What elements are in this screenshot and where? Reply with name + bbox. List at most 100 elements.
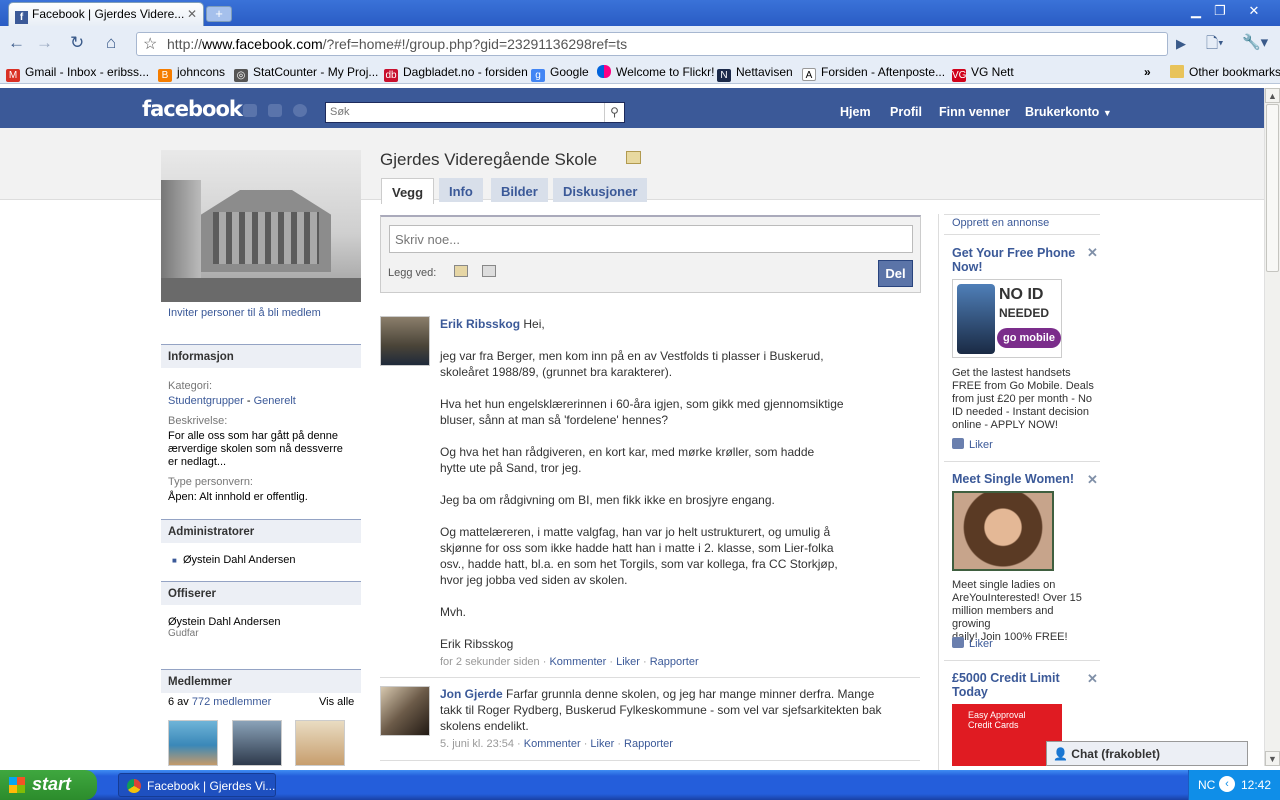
share-button[interactable]: Del [878,260,913,287]
attach-video-icon[interactable] [482,265,496,277]
ad-divider [944,234,1100,235]
more-bookmarks-chevron-icon[interactable]: » [1144,65,1151,79]
admin-link[interactable]: ■ Øystein Dahl Andersen [172,554,295,567]
facebook-logo[interactable]: facebook [142,97,243,121]
bookmark-dagbladet[interactable]: db Dagbladet.no - forsiden [384,65,528,82]
nav-account[interactable]: Brukerkonto ▼ [1025,105,1112,119]
like-link[interactable]: Liker [616,656,640,668]
members-heading: Medlemmer [161,669,361,693]
report-link[interactable]: Rapporter [650,656,699,668]
bookmark-gmail[interactable]: M Gmail - Inbox - eribss... [6,65,149,82]
comment-link[interactable]: Kommenter [524,738,581,750]
tab-info[interactable]: Info [439,178,483,202]
search-input[interactable]: Søk ⚲ [325,102,625,123]
minimize-icon[interactable]: ▁ [1184,2,1208,20]
status-input[interactable]: Skriv noe... [389,225,913,253]
tab-photos[interactable]: Bilder [491,178,548,202]
scroll-down-icon[interactable]: ▼ [1265,751,1280,766]
chat-bar[interactable]: 👤 Chat (frakoblet) [1046,741,1248,766]
other-bookmarks[interactable]: Other bookmarks [1170,65,1280,79]
attach-photo-icon[interactable] [454,265,468,277]
like-link[interactable]: Liker [590,738,614,750]
invite-link[interactable]: Inviter personer til å bli medlem [168,307,321,319]
post-meta: for 2 sekunder siden · Kommenter · Liker… [440,656,699,668]
bookmark-aftenposten[interactable]: A Forsiden - Aftenposte... [802,65,945,81]
show-hidden-icons-icon[interactable]: ‹ [1219,776,1235,792]
post-timestamp: for 2 sekunder siden [440,656,540,668]
ad-image[interactable]: NO ID NEEDED go mobile [952,279,1062,358]
member-avatar[interactable] [232,720,282,766]
page-menu-icon[interactable]: 🗋▾ [1206,33,1224,58]
close-ad-icon[interactable]: ✕ [1087,245,1098,261]
go-play-icon[interactable]: ▶ [1176,36,1186,52]
post-author-avatar[interactable] [380,686,430,736]
bookmark-google[interactable]: g Google [531,65,589,82]
close-ad-icon[interactable]: ✕ [1087,671,1098,687]
close-ad-icon[interactable]: ✕ [1087,472,1098,488]
home-icon[interactable]: ⌂ [106,33,116,53]
tab-title: Facebook | Gjerdes Videre... [32,7,185,21]
scroll-up-icon[interactable]: ▲ [1265,88,1280,103]
messages-icon[interactable] [268,104,282,117]
ad-divider [944,214,1100,215]
ad-text: Get the lastest handsets FREE from Go Mob… [952,367,1094,431]
privacy-label: Type personvern: [168,476,253,488]
bookmark-statcounter[interactable]: ◎ StatCounter - My Proj... [234,65,378,82]
tab-wall[interactable]: Vegg [381,178,435,204]
nav-home[interactable]: Hjem [840,105,871,119]
language-indicator[interactable]: NC [1198,778,1215,792]
chevron-down-icon: ▼ [1102,108,1112,118]
ad-title[interactable]: Meet Single Women! [952,472,1074,486]
group-photo[interactable] [161,150,361,302]
post-meta: 5. juni kl. 23:54 · Kommenter · Liker · … [440,738,673,750]
tab-discussions[interactable]: Diskusjoner [553,178,648,202]
comment-link[interactable]: Kommenter [549,656,606,668]
bookmark-johncons[interactable]: Bjohncons [158,65,225,82]
report-link[interactable]: Rapporter [624,738,673,750]
group-icon [626,151,641,164]
taskbar-chrome-window[interactable]: Facebook | Gjerdes Vi... [118,773,276,797]
facebook-favicon-icon: f [15,11,28,24]
ad-title[interactable]: £5000 Credit Limit Today [952,671,1060,699]
ad-like-link[interactable]: Liker [952,637,993,650]
member-avatar[interactable] [295,720,345,766]
create-ad-link[interactable]: Opprett en annonse [952,217,1049,229]
post-body: Erik Ribsskog Hei, jeg var fra Berger, m… [440,317,844,651]
close-window-icon[interactable]: ✕ [1242,2,1266,20]
ad-divider [944,461,1100,462]
restore-icon[interactable]: ❐ [1208,2,1232,20]
wrench-menu-icon[interactable]: 🔧▾ [1242,33,1268,51]
bookmark-vg[interactable]: VG VG Nett [952,65,1014,82]
post-body: Jon Gjerde Farfar grunnla denne skolen, … [440,687,882,733]
start-button[interactable]: start [0,770,97,800]
ad-image[interactable] [952,491,1054,571]
ad-like-link[interactable]: Liker [952,438,993,451]
description-text: For alle oss som har gått på denne ærverd… [168,430,343,468]
ad-title[interactable]: Get Your Free Phone Now! [952,246,1075,274]
nav-profile[interactable]: Profil [890,105,922,119]
friend-requests-icon[interactable] [243,104,257,117]
bookmark-flickr[interactable]: Welcome to Flickr! [597,65,714,79]
see-all-members-link[interactable]: Vis alle [319,696,354,709]
post-author[interactable]: Jon Gjerde [440,687,503,701]
post-author-avatar[interactable] [380,316,430,366]
bookmark-star-icon[interactable]: ☆ [143,34,157,54]
nav-find-friends[interactable]: Finn venner [939,105,1010,119]
address-bar[interactable]: ☆ http://www.facebook.com/?ref=home#!/gro… [136,32,1168,56]
post-divider [380,677,920,678]
close-tab-icon[interactable]: ✕ [187,7,197,21]
post-author[interactable]: Erik Ribsskog [440,317,520,331]
forward-arrow-icon[interactable]: → [36,33,53,53]
search-icon[interactable]: ⚲ [604,103,624,122]
reload-icon[interactable]: ↻ [70,33,84,53]
bookmark-nettavisen[interactable]: N Nettavisen [717,65,793,82]
page-title: Gjerdes Videregående Skole [380,150,598,169]
scrollbar-thumb[interactable] [1266,104,1279,272]
chat-user-icon: 👤 [1053,747,1068,761]
member-avatar[interactable] [168,720,218,766]
browser-tab[interactable]: f Facebook | Gjerdes Videre... ✕ [8,2,204,26]
new-tab-button[interactable]: + [206,6,232,22]
notifications-globe-icon[interactable] [293,104,307,117]
status-composer: Skriv noe... Legg ved: [380,215,921,293]
back-arrow-icon[interactable]: ← [8,33,25,53]
